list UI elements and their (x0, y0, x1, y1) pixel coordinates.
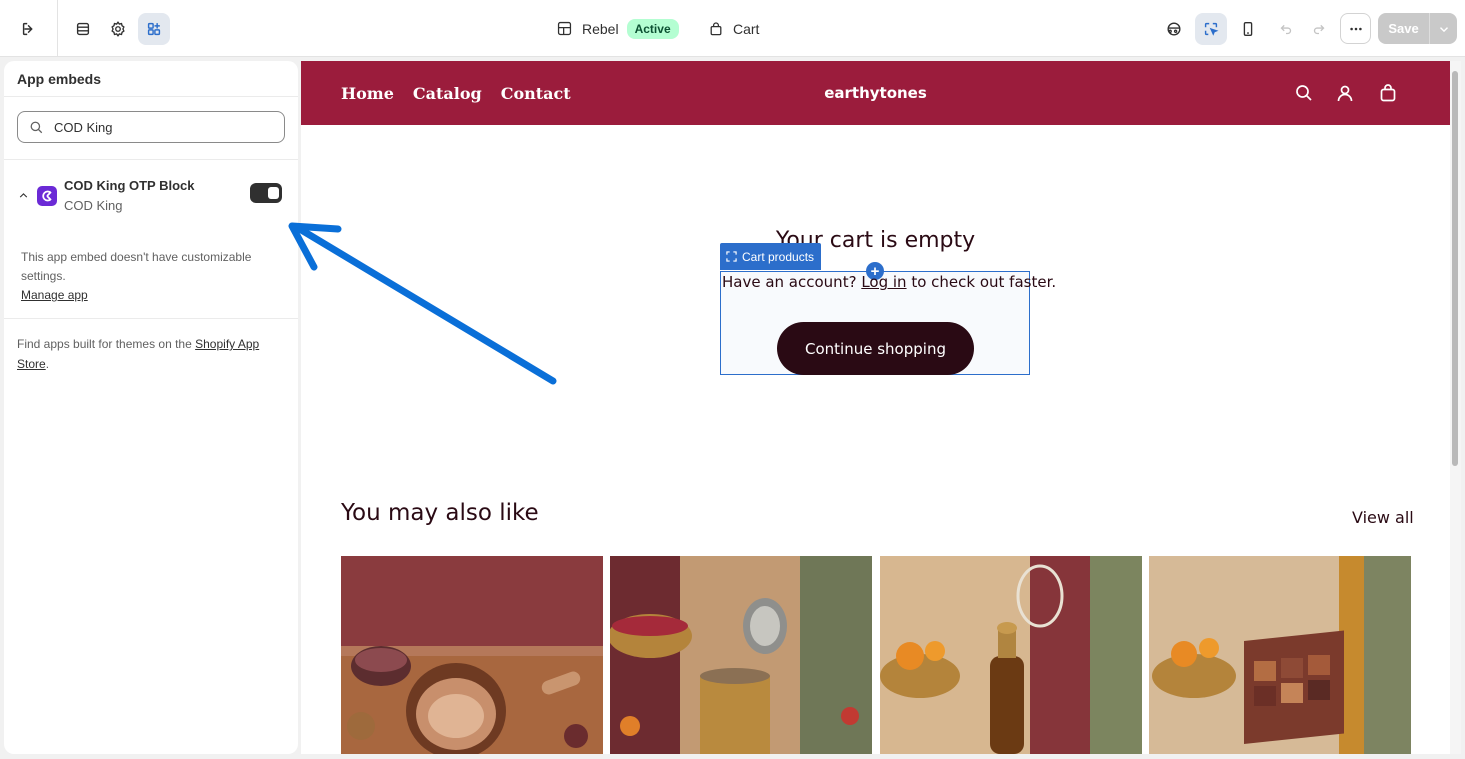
account-prefix: Have an account? (722, 273, 857, 291)
store-header: Home Catalog Contact earthytones (301, 61, 1450, 125)
theme-name: Rebel (582, 20, 619, 37)
section-label-text: Cart products (742, 249, 815, 264)
panel-divider (4, 159, 298, 160)
theme-status-badge: Active (626, 18, 679, 39)
account-icon (1337, 85, 1353, 102)
layout-icon (557, 21, 572, 36)
selected-section-label[interactable]: Cart products (720, 243, 822, 270)
view-all-link[interactable]: View all (1352, 508, 1414, 527)
find-apps-suffix: . (45, 357, 50, 371)
app-embeds-icon[interactable] (138, 13, 170, 45)
exit-icon[interactable] (13, 13, 45, 45)
inspector-select-icon[interactable] (1195, 13, 1227, 45)
account-prompt: Have an account? Log in to check out fas… (722, 273, 1056, 291)
login-link[interactable]: Log in (861, 273, 906, 291)
find-apps-text: Find apps built for themes on the Shopif… (17, 334, 285, 374)
product-card-image[interactable] (610, 556, 872, 754)
continue-shopping-button[interactable]: Continue shopping (777, 322, 974, 375)
panel-divider (4, 318, 298, 319)
product-card-image[interactable] (341, 556, 603, 754)
cod-king-app-icon (37, 186, 57, 206)
redo-icon[interactable] (1303, 13, 1335, 45)
find-apps-prefix: Find apps built for themes on the (17, 337, 192, 351)
chevron-down-icon (1439, 26, 1448, 32)
mobile-preview-icon[interactable] (1232, 13, 1264, 45)
theme-selector[interactable]: Rebel Active (556, 0, 679, 57)
app-search-input[interactable]: COD King (17, 111, 285, 143)
store-search-icon (1296, 85, 1312, 101)
preview-scrollbar[interactable] (1450, 61, 1461, 754)
search-value: COD King (54, 119, 113, 135)
product-card-image[interactable] (1149, 556, 1411, 754)
search-icon (30, 121, 43, 134)
save-button-group: Save (1378, 13, 1457, 44)
save-options-button[interactable] (1429, 13, 1457, 44)
cart-icon (1380, 84, 1396, 102)
cart-empty-title: Your cart is empty (775, 228, 976, 253)
recommendations-title: You may also like (341, 500, 539, 526)
manage-app-link[interactable]: Manage app (21, 288, 88, 302)
app-embed-note-text: This app embed doesn't have customizable… (21, 250, 252, 283)
bag-icon (710, 21, 722, 35)
save-button[interactable]: Save (1378, 13, 1429, 44)
topbar-divider (57, 0, 58, 57)
store-brand[interactable]: earthytones (301, 61, 1450, 125)
app-embed-note: This app embed doesn't have customizable… (21, 248, 283, 305)
settings-gear-icon[interactable] (102, 13, 134, 45)
product-card-image[interactable] (880, 556, 1142, 754)
template-name: Cart (733, 20, 760, 37)
app-embed-toggle[interactable] (250, 183, 282, 203)
panel-title: App embeds (4, 61, 298, 97)
sensitive-data-icon[interactable] (1158, 13, 1190, 45)
storefront-preview: Home Catalog Contact earthytones Your ca… (301, 61, 1461, 754)
app-embed-row[interactable]: COD King OTP Block COD King (4, 173, 298, 219)
more-actions-button[interactable] (1340, 13, 1371, 44)
undo-icon[interactable] (1270, 13, 1302, 45)
chevron-up-icon (19, 193, 28, 198)
app-embed-name: COD King OTP Block (64, 178, 195, 193)
app-embeds-panel: App embeds COD King COD King OTP Block C… (4, 61, 298, 754)
template-selector[interactable]: Cart (708, 0, 759, 57)
editor-topbar: Rebel Active Cart Save (0, 0, 1465, 57)
app-embed-vendor: COD King (64, 198, 123, 213)
sections-icon[interactable] (67, 13, 99, 45)
scrollbar-thumb[interactable] (1452, 71, 1458, 466)
account-suffix: to check out faster. (911, 273, 1057, 291)
ellipsis-icon (1349, 27, 1362, 30)
section-frame-icon (726, 251, 737, 262)
